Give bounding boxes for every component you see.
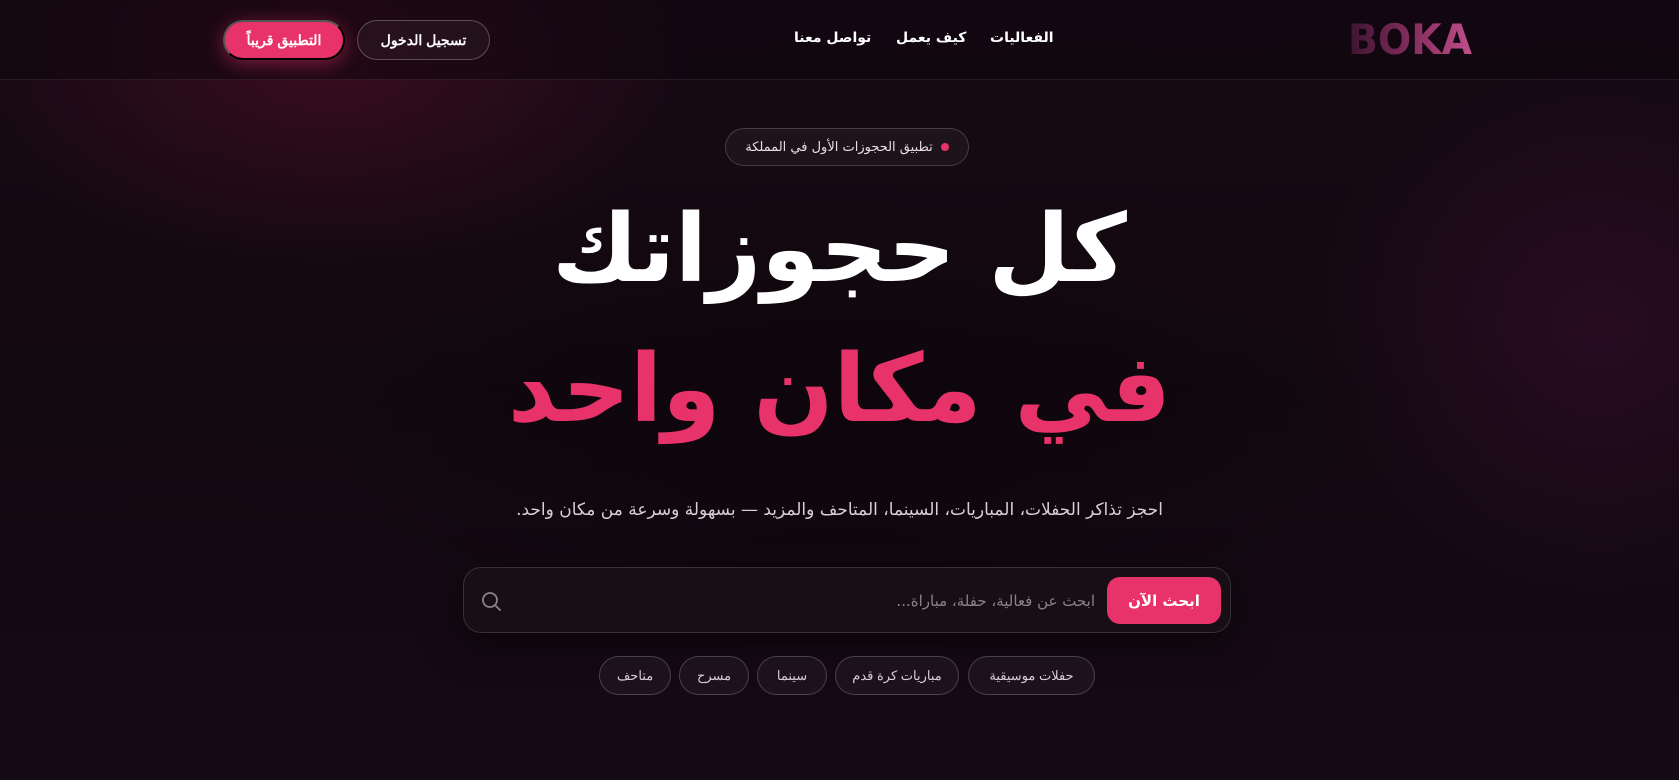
login-button[interactable]: تسجيل الدخول (357, 20, 490, 60)
nav-link-events[interactable]: الفعاليات (990, 30, 1054, 46)
nav-link-how-it-works[interactable]: كيف يعمل (896, 30, 966, 46)
chip-cinema[interactable]: سينما (757, 656, 827, 695)
chip-museums[interactable]: متاحف (599, 656, 671, 695)
chip-football-matches[interactable]: مباريات كرة قدم (835, 656, 959, 695)
badge-dot-icon (940, 143, 949, 151)
nav-link-contact[interactable]: تواصل معنا (794, 30, 871, 46)
chip-music-concerts[interactable]: حفلات موسيقية (968, 656, 1095, 695)
boka-logo[interactable]: BOKA (1348, 14, 1474, 62)
hero-badge: تطبيق الحجوزات الأول في المملكة (725, 128, 969, 166)
search-icon (482, 592, 501, 611)
search-bar: ابحث الآن (463, 567, 1231, 633)
badge-text: تطبيق الحجوزات الأول في المملكة (745, 139, 933, 155)
landing-page: BOKA الفعاليات كيف يعمل تواصل معنا تسجيل… (0, 0, 1679, 780)
hero-subtitle: احجز تذاكر الحفلات، المباريات، السينما، … (516, 500, 1163, 520)
logo-text: BOKA (1348, 15, 1472, 62)
search-now-button[interactable]: ابحث الآن (1107, 577, 1221, 624)
hero-title-line-2: في مكان واحد (507, 335, 1172, 444)
top-navbar: BOKA الفعاليات كيف يعمل تواصل معنا تسجيل… (0, 0, 1679, 80)
chip-theatre[interactable]: مسرح (679, 656, 749, 695)
app-coming-soon-button[interactable]: التطبيق قريباً (223, 20, 345, 60)
hero-title-line-1: كل حجوزاتك (552, 195, 1127, 304)
search-input[interactable] (525, 580, 1095, 622)
